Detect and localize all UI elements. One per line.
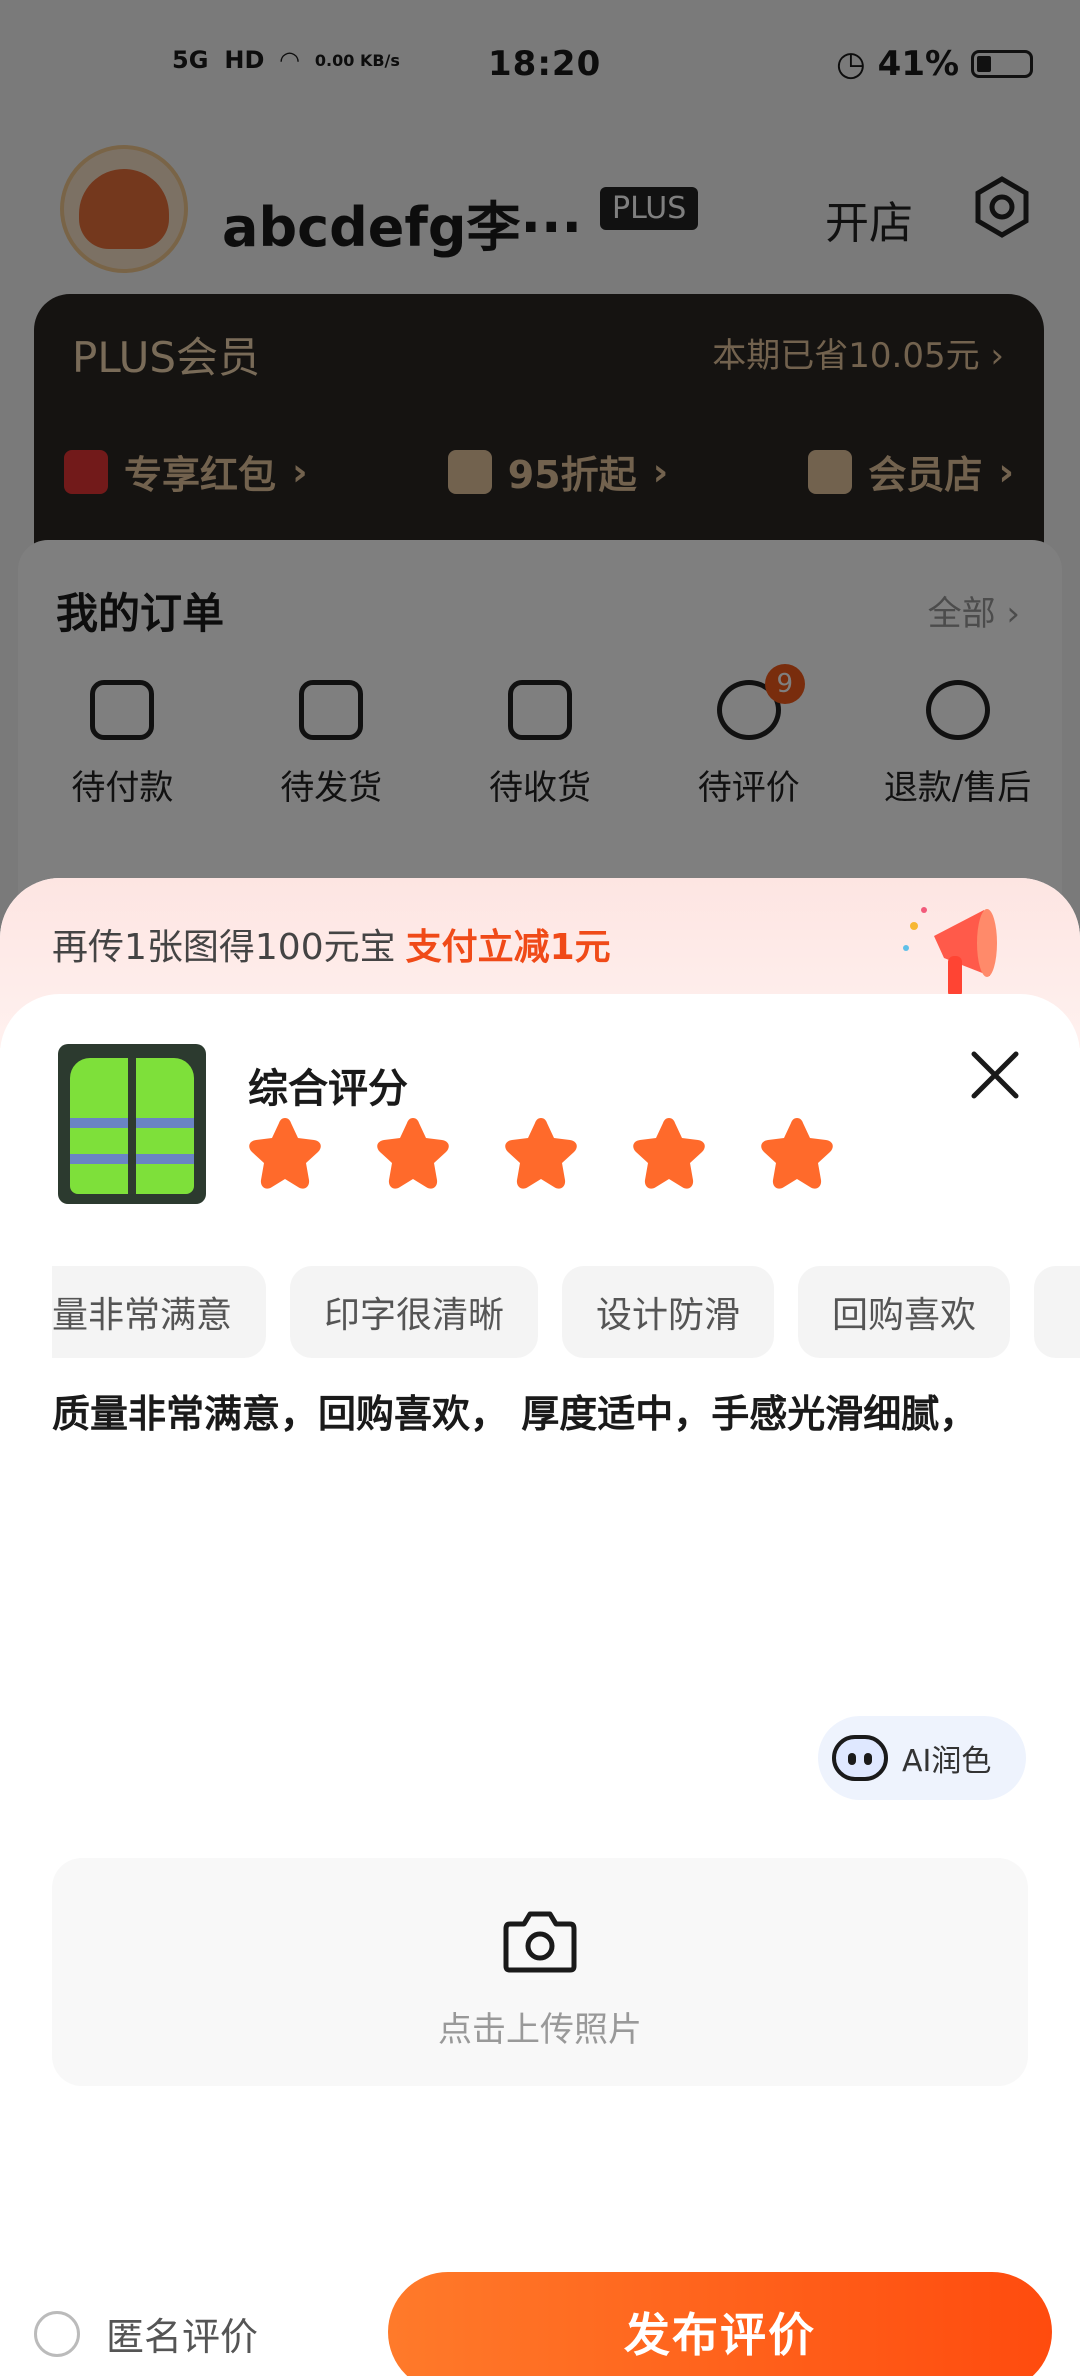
review-tag[interactable] (1034, 1266, 1080, 1358)
promo-text: 再传1张图得100元宝 支付立减1元 (52, 927, 611, 968)
megaphone-icon (903, 907, 997, 998)
review-tag[interactable]: 量非常满意 (52, 1266, 267, 1358)
promo-highlight: 支付立减1元 (405, 927, 611, 968)
camera-icon (503, 1911, 577, 1973)
star-2[interactable] (372, 1114, 454, 1192)
review-tag[interactable]: 回购喜欢 (798, 1266, 1011, 1358)
publish-review-button[interactable]: 发布评价 (388, 2272, 1052, 2376)
review-sheet: 再传1张图得100元宝 支付立减1元 综合评分 量非常满意 印字很清晰 设计防滑… (0, 878, 1080, 2376)
star-5[interactable] (756, 1114, 838, 1192)
review-card: 综合评分 量非常满意 印字很清晰 设计防滑 回购喜欢 质量非常满意，回购喜欢， … (0, 994, 1080, 2376)
review-text-input[interactable]: 质量非常满意，回购喜欢， 厚度适中，手感光滑细腻， (52, 1384, 1042, 1444)
anonymous-label: 匿名评价 (106, 2315, 259, 2359)
star-4[interactable] (628, 1114, 710, 1192)
anonymous-toggle[interactable]: 匿名评价 (34, 2306, 258, 2361)
ai-polish-label: AI润色 (902, 1744, 992, 1779)
product-thumbnail (58, 1044, 206, 1204)
upload-label: 点击上传照片 (438, 2010, 642, 2050)
photo-upload-area[interactable]: 点击上传照片 (52, 1858, 1028, 2086)
review-tags: 量非常满意 印字很清晰 设计防滑 回购喜欢 (52, 1266, 1080, 1358)
review-tag[interactable]: 印字很清晰 (290, 1266, 539, 1358)
star-rating (244, 1114, 838, 1192)
ai-polish-button[interactable]: AI润色 (818, 1716, 1026, 1800)
star-3[interactable] (500, 1114, 582, 1192)
ai-robot-icon (832, 1735, 888, 1781)
star-1[interactable] (244, 1114, 326, 1192)
overall-rating-title: 综合评分 (248, 1066, 408, 1112)
anonymous-radio[interactable] (34, 2310, 80, 2357)
review-tag[interactable]: 设计防滑 (562, 1266, 775, 1358)
close-icon[interactable] (966, 1046, 1024, 1104)
